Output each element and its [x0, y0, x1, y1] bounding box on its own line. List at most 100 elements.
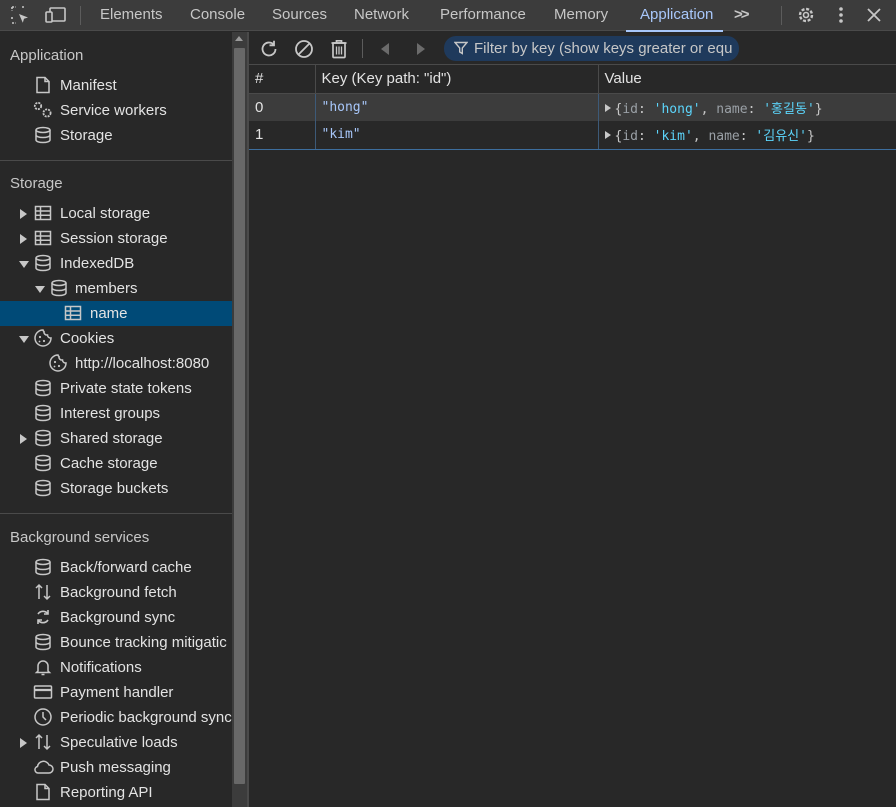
column-header-key[interactable]: Key (Key path: "id") — [315, 65, 599, 94]
collapse-arrow-icon[interactable] — [19, 336, 29, 343]
sidebar-scrollbar[interactable] — [232, 32, 247, 807]
sidebar-item-reporting-api[interactable]: Reporting API — [0, 780, 232, 805]
device-toolbar-icon[interactable] — [44, 4, 68, 26]
column-header-index[interactable]: # — [249, 65, 316, 94]
sidebar-item-payment-handler[interactable]: Payment handler — [0, 680, 232, 705]
expand-arrow-icon[interactable] — [20, 234, 27, 244]
sidebar-item-label: Local storage — [60, 205, 151, 222]
up-down-arrows-icon — [35, 583, 51, 601]
database-icon — [35, 479, 51, 497]
sidebar-item-speculative-loads[interactable]: Speculative loads — [0, 730, 232, 755]
more-options-kebab-icon[interactable] — [829, 4, 853, 26]
sidebar-item-label: Private state tokens — [60, 380, 192, 397]
database-icon — [35, 429, 51, 447]
sync-icon — [37, 610, 49, 624]
indexeddb-data-view: # Key (Key path: "id") Value 0 "hong" {i… — [249, 32, 896, 807]
table-row[interactable]: 0 "hong" {id: 'hong', name: '홍길동'} — [249, 93, 896, 121]
sidebar-item-cookie-origin[interactable]: http://localhost:8080 — [0, 351, 232, 376]
section-divider — [0, 160, 232, 161]
sidebar-item-interest-groups[interactable]: Interest groups — [0, 401, 232, 426]
row-index: 0 — [249, 93, 316, 121]
column-header-value[interactable]: Value — [598, 65, 896, 94]
sidebar-item-session-storage[interactable]: Session storage — [0, 226, 232, 251]
sidebar-item-back-forward-cache[interactable]: Back/forward cache — [0, 555, 232, 580]
sidebar-item-label: Session storage — [60, 230, 168, 247]
sidebar-item-storage-buckets[interactable]: Storage buckets — [0, 476, 232, 501]
toolbar-divider — [362, 39, 363, 58]
cloud-icon — [34, 760, 54, 774]
row-key: "kim" — [315, 121, 599, 150]
sidebar-item-label: members — [75, 280, 138, 297]
expand-arrow-icon[interactable] — [20, 209, 27, 219]
sidebar-item-label: Periodic background sync — [60, 709, 232, 726]
scrollbar-thumb[interactable] — [234, 48, 245, 784]
data-toolbar — [249, 32, 896, 65]
sidebar-item-manifest[interactable]: Manifest — [0, 73, 232, 98]
value-string: 'hong' — [653, 101, 701, 117]
section-title-background-services: Background services — [10, 529, 150, 546]
sidebar-item-storage[interactable]: Storage — [0, 123, 232, 148]
tab-performance[interactable]: Performance — [440, 0, 526, 31]
database-icon — [35, 379, 51, 397]
sidebar-item-background-fetch[interactable]: Background fetch — [0, 580, 232, 605]
tab-memory[interactable]: Memory — [554, 0, 608, 31]
filter-funnel-icon — [454, 41, 468, 55]
tab-elements[interactable]: Elements — [100, 0, 163, 31]
sidebar-item-label: Push messaging — [60, 759, 171, 776]
database-icon — [51, 279, 67, 297]
sidebar-item-cache-storage[interactable]: Cache storage — [0, 451, 232, 476]
key-filter-box[interactable] — [444, 36, 739, 61]
sidebar-item-label: IndexedDB — [60, 255, 135, 272]
tab-console[interactable]: Console — [190, 0, 245, 31]
sidebar-item-cookies[interactable]: Cookies — [0, 326, 232, 351]
sidebar-item-label: Speculative loads — [60, 734, 178, 751]
toolbar-divider — [80, 6, 81, 25]
expand-object-icon[interactable] — [604, 131, 611, 140]
section-title-storage: Storage — [10, 175, 63, 192]
sidebar-item-private-state-tokens[interactable]: Private state tokens — [0, 376, 232, 401]
collapse-arrow-icon[interactable] — [19, 261, 29, 268]
expand-arrow-icon[interactable] — [20, 738, 27, 748]
toolbar-divider — [781, 6, 782, 25]
sidebar-item-shared-storage[interactable]: Shared storage — [0, 426, 232, 451]
section-title-application: Application — [10, 47, 84, 64]
sidebar-item-label: name — [90, 305, 128, 322]
tab-network[interactable]: Network — [354, 0, 409, 31]
close-devtools-icon[interactable] — [862, 4, 886, 26]
value-key: id — [622, 101, 638, 117]
gears-icon — [33, 101, 52, 118]
refresh-icon[interactable] — [258, 38, 280, 60]
tab-application[interactable]: Application — [625, 0, 724, 32]
expand-arrow-icon[interactable] — [20, 434, 27, 444]
table-row[interactable]: 1 "kim" {id: 'kim', name: '김유신'} — [249, 121, 896, 150]
sidebar-item-push-messaging[interactable]: Push messaging — [0, 755, 232, 780]
previous-page-icon[interactable] — [374, 38, 396, 60]
sidebar-item-label: Payment handler — [60, 684, 174, 701]
sidebar-item-indexeddb[interactable]: IndexedDB — [0, 251, 232, 276]
collapse-arrow-icon[interactable] — [35, 286, 45, 293]
table-header-row: # Key (Key path: "id") Value — [249, 65, 896, 94]
next-page-icon[interactable] — [410, 38, 432, 60]
sidebar-item-members-db[interactable]: members — [0, 276, 232, 301]
value-string: 'kim' — [653, 129, 693, 145]
sidebar-item-label: Reporting API — [60, 784, 153, 801]
settings-gear-icon[interactable] — [794, 4, 818, 26]
value-key: name — [716, 101, 748, 117]
sidebar-item-service-workers[interactable]: Service workers — [0, 98, 232, 123]
sidebar-item-notifications[interactable]: Notifications — [0, 655, 232, 680]
sidebar-item-background-sync[interactable]: Background sync — [0, 605, 232, 630]
inspect-element-icon[interactable] — [8, 4, 32, 26]
clear-object-store-icon[interactable] — [293, 38, 315, 60]
value-key: id — [622, 129, 638, 145]
sidebar-item-periodic-background-sync[interactable]: Periodic background sync — [0, 705, 232, 730]
expand-object-icon[interactable] — [604, 103, 611, 112]
scroll-up-arrow-icon[interactable] — [235, 36, 243, 41]
sidebar-item-name-store[interactable]: name — [0, 301, 232, 326]
delete-selected-icon[interactable] — [328, 38, 350, 60]
more-tabs-button[interactable]: >> — [734, 0, 749, 31]
key-filter-input[interactable] — [474, 36, 739, 61]
tab-sources[interactable]: Sources — [272, 0, 327, 31]
sidebar-item-bounce-tracking[interactable]: Bounce tracking mitigatic — [0, 630, 232, 655]
sidebar-item-local-storage[interactable]: Local storage — [0, 201, 232, 226]
sidebar-item-label: Cookies — [60, 330, 115, 347]
